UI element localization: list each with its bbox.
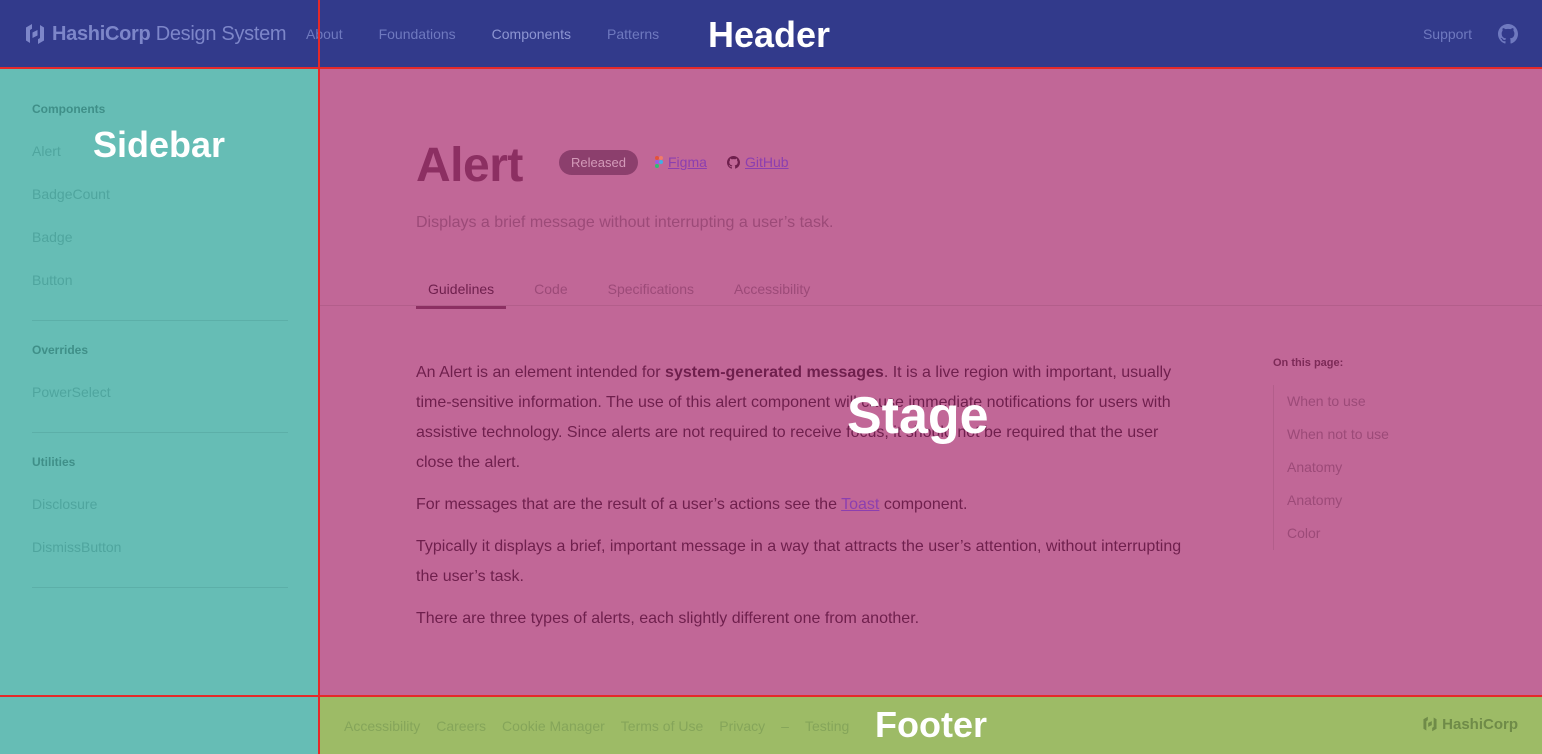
hashicorp-logo-icon (26, 24, 44, 44)
nav-patterns[interactable]: Patterns (607, 26, 659, 42)
hashicorp-logo-icon (1423, 716, 1437, 732)
github-link[interactable]: GitHub (727, 154, 789, 170)
region-border (0, 67, 1542, 69)
toast-link[interactable]: Toast (841, 496, 879, 513)
region-border (318, 0, 320, 754)
sidebar-item-dismissbutton[interactable]: DismissButton (32, 539, 121, 555)
footer-link-accessibility[interactable]: Accessibility (344, 718, 420, 734)
logo-brand: HashiCorp (52, 22, 151, 45)
figma-link-label: Figma (668, 154, 707, 170)
footer-link-careers[interactable]: Careers (436, 718, 486, 734)
footer-link-cookie-manager[interactable]: Cookie Manager (502, 718, 605, 734)
toc-list: When to use When not to use Anatomy Anat… (1273, 385, 1389, 550)
sidebar-heading-overrides: Overrides (32, 343, 89, 357)
sidebar-heading-components: Components (32, 102, 106, 116)
sidebar-item-badge[interactable]: Badge (32, 229, 72, 245)
header-right: Support (1423, 24, 1518, 44)
footer-link-terms[interactable]: Terms of Use (621, 718, 703, 734)
github-link-label: GitHub (745, 154, 789, 170)
nav-foundations[interactable]: Foundations (379, 26, 456, 42)
footer-brand-label: HashiCorp (1442, 715, 1518, 733)
toc-item-when-to-use[interactable]: When to use (1287, 385, 1389, 418)
footer-separator: – (781, 718, 789, 734)
region-label-stage: Stage (847, 387, 989, 445)
toc-item-color[interactable]: Color (1287, 517, 1389, 550)
footer-link-privacy[interactable]: Privacy (719, 718, 765, 734)
sidebar-item-button[interactable]: Button (32, 272, 72, 288)
footer-link-testing[interactable]: Testing (805, 718, 849, 734)
logo-product: Design System (155, 22, 287, 45)
logo[interactable]: HashiCorp Design System (24, 22, 287, 46)
sidebar-divider (32, 587, 288, 588)
github-icon[interactable] (1498, 24, 1518, 44)
region-label-footer: Footer (875, 704, 987, 745)
nav-about[interactable]: About (306, 26, 343, 42)
sidebar-heading-utilities: Utilities (32, 455, 76, 469)
nav-components[interactable]: Components (492, 26, 571, 42)
region-border (0, 695, 1542, 697)
toc-heading: On this page: (1273, 357, 1344, 369)
paragraph: An Alert is an element intended for syst… (416, 364, 1172, 471)
toc-item-anatomy[interactable]: Anatomy (1287, 451, 1389, 484)
figma-link[interactable]: Figma (655, 154, 707, 170)
tabs-divider (320, 305, 1542, 306)
sidebar-divider (32, 432, 288, 433)
paragraph: For messages that are the result of a us… (416, 496, 968, 513)
sidebar-item-powerselect[interactable]: PowerSelect (32, 384, 111, 400)
table-of-contents: On this page: When to use When not to us… (1273, 357, 1389, 550)
toc-item-when-not-to-use[interactable]: When not to use (1287, 418, 1389, 451)
article-body: An Alert is an element intended for syst… (416, 358, 1186, 646)
sidebar-divider (32, 320, 288, 321)
page-subtitle: Displays a brief message without interru… (416, 214, 834, 231)
sidebar-item-disclosure[interactable]: Disclosure (32, 496, 97, 512)
footer-logo[interactable]: HashiCorp (1422, 715, 1518, 733)
sidebar-item-badgecount[interactable]: BadgeCount (32, 186, 110, 202)
figma-icon (655, 156, 663, 168)
sidebar: Components Alert BadgeCount Badge Button… (0, 68, 320, 754)
github-icon (727, 155, 740, 169)
region-label-header: Header (708, 14, 831, 55)
paragraph: There are three types of alerts, each sl… (416, 610, 920, 627)
paragraph: Typically it displays a brief, important… (416, 538, 1182, 585)
sidebar-item-alert[interactable]: Alert (32, 143, 61, 159)
status-badge: Released (559, 150, 638, 175)
stage: Alert Released Figma GitHub Displays a b… (320, 68, 1542, 696)
toc-item-anatomy[interactable]: Anatomy (1287, 484, 1389, 517)
footer-links: Accessibility Careers Cookie Manager Ter… (344, 718, 849, 734)
page-title: Alert (416, 139, 523, 192)
main-nav: About Foundations Components Patterns (306, 26, 659, 42)
region-label-sidebar: Sidebar (93, 124, 226, 165)
support-link[interactable]: Support (1423, 26, 1472, 42)
